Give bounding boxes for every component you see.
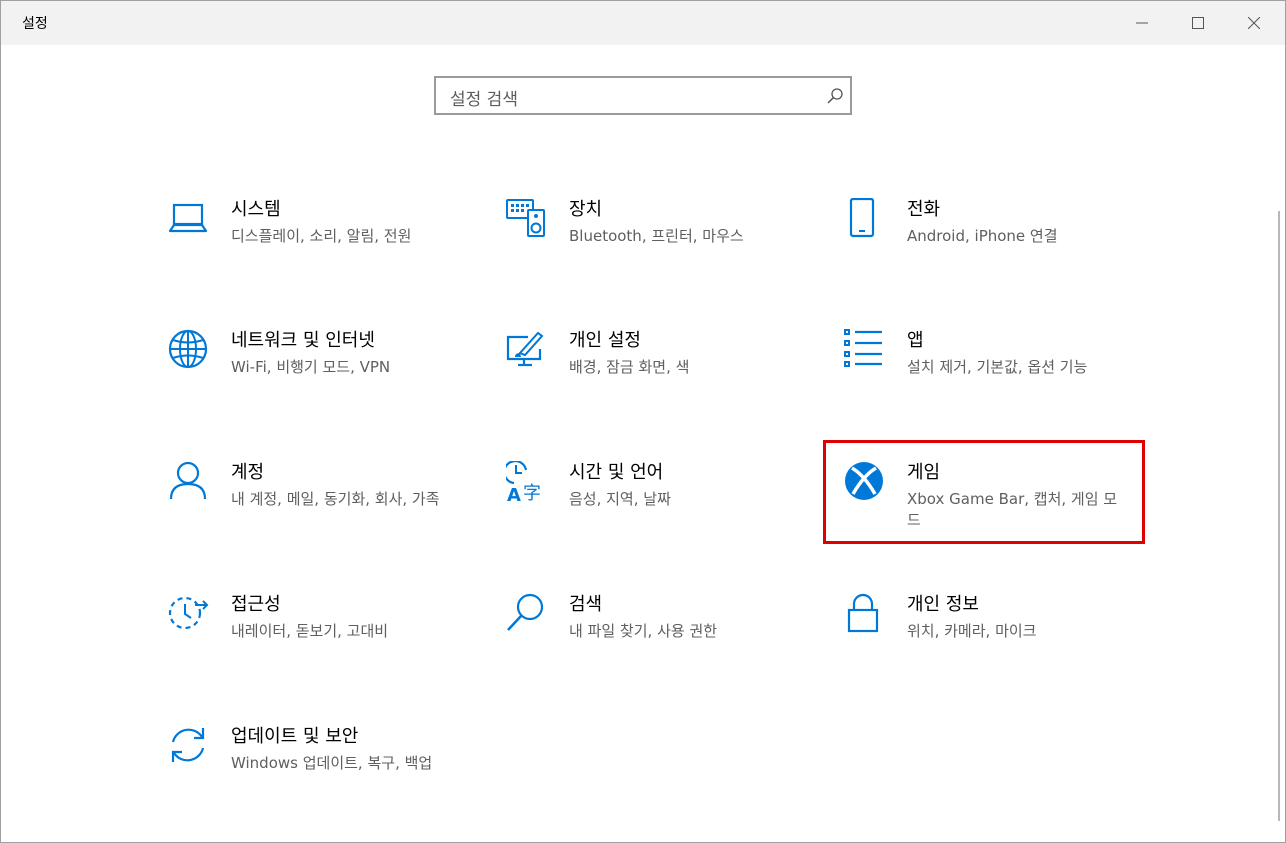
search-magnifier-icon	[507, 593, 544, 631]
category-title: 개인 정보	[907, 594, 979, 615]
category-description: Android, iPhone 연결	[907, 227, 1058, 245]
category-description: Bluetooth, 프린터, 마우스	[569, 227, 744, 245]
category-title: 시간 및 언어	[569, 462, 664, 483]
lock-icon	[847, 593, 879, 633]
category-description: 디스플레이, 소리, 알림, 전원	[231, 227, 412, 245]
category-time-language[interactable]: A 字 시간 및 언어 음성, 지역, 날짜	[506, 461, 806, 551]
window-title: 설정	[22, 16, 48, 32]
maximize-button[interactable]	[1170, 1, 1226, 45]
category-title: 검색	[569, 594, 603, 615]
ease-of-access-icon	[168, 596, 209, 630]
close-button[interactable]	[1226, 1, 1282, 45]
category-description: 음성, 지역, 날짜	[569, 490, 671, 508]
category-description: 배경, 잠금 화면, 색	[569, 358, 690, 376]
category-description: Windows 업데이트, 복구, 백업	[231, 754, 433, 772]
sync-icon	[171, 728, 205, 762]
category-apps[interactable]: 앱 설치 제거, 기본값, 옵션 기능	[844, 329, 1144, 419]
category-title: 업데이트 및 보안	[231, 726, 359, 747]
category-description: Wi-Fi, 비행기 모드, VPN	[231, 358, 391, 376]
category-update-security[interactable]: 업데이트 및 보안 Windows 업데이트, 복구, 백업	[168, 725, 468, 815]
category-ease-of-access[interactable]: 접근성 내레이터, 돋보기, 고대비	[168, 593, 468, 683]
category-title: 장치	[569, 199, 603, 220]
devices-icon	[506, 199, 545, 237]
category-description: 내 계정, 메일, 동기화, 회사, 가족	[231, 490, 440, 508]
title-bar[interactable]: 설정	[1, 1, 1285, 45]
category-description: 위치, 카메라, 마이크	[907, 622, 1037, 640]
svg-text:字: 字	[523, 483, 541, 503]
close-icon	[1248, 17, 1260, 29]
search-icon[interactable]	[826, 87, 844, 105]
category-title: 시스템	[231, 199, 281, 220]
highlight-box	[823, 440, 1145, 544]
laptop-icon	[168, 203, 208, 233]
settings-search-box[interactable]: 설정 검색	[434, 76, 852, 115]
apps-list-icon	[844, 329, 882, 367]
category-devices[interactable]: 장치 Bluetooth, 프린터, 마우스	[506, 198, 806, 288]
phone-icon	[849, 198, 875, 238]
category-personalization[interactable]: 개인 설정 배경, 잠금 화면, 색	[506, 329, 806, 419]
globe-icon	[168, 329, 208, 369]
category-title: 전화	[907, 199, 941, 220]
category-privacy[interactable]: 개인 정보 위치, 카메라, 마이크	[844, 593, 1144, 683]
minimize-button[interactable]	[1114, 1, 1170, 45]
category-network[interactable]: 네트워크 및 인터넷 Wi-Fi, 비행기 모드, VPN	[168, 329, 468, 419]
settings-window: 설정 설정 검색 시스템 디스플레이, 소리, 알림, 전원 장치 Blueto…	[0, 0, 1286, 843]
category-title: 네트워크 및 인터넷	[231, 330, 375, 351]
personalization-icon	[506, 331, 544, 367]
category-title: 접근성	[231, 594, 281, 615]
maximize-icon	[1192, 17, 1204, 29]
category-title: 앱	[907, 330, 924, 351]
category-description: 설치 제거, 기본값, 옵션 기능	[907, 358, 1088, 376]
category-system[interactable]: 시스템 디스플레이, 소리, 알림, 전원	[168, 198, 468, 288]
category-title: 개인 설정	[569, 330, 641, 351]
svg-text:A: A	[507, 485, 521, 503]
time-language-icon: A 字	[506, 461, 541, 503]
minimize-icon	[1136, 22, 1148, 24]
category-search[interactable]: 검색 내 파일 찾기, 사용 권한	[506, 593, 806, 683]
category-description: 내레이터, 돋보기, 고대비	[231, 622, 389, 640]
search-input[interactable]: 설정 검색	[450, 85, 518, 110]
person-icon	[169, 461, 207, 500]
category-phone[interactable]: 전화 Android, iPhone 연결	[844, 198, 1144, 288]
category-title: 계정	[231, 462, 265, 483]
category-description: 내 파일 찾기, 사용 권한	[569, 622, 718, 640]
category-accounts[interactable]: 계정 내 계정, 메일, 동기화, 회사, 가족	[168, 461, 468, 551]
scrollbar[interactable]	[1278, 211, 1280, 821]
